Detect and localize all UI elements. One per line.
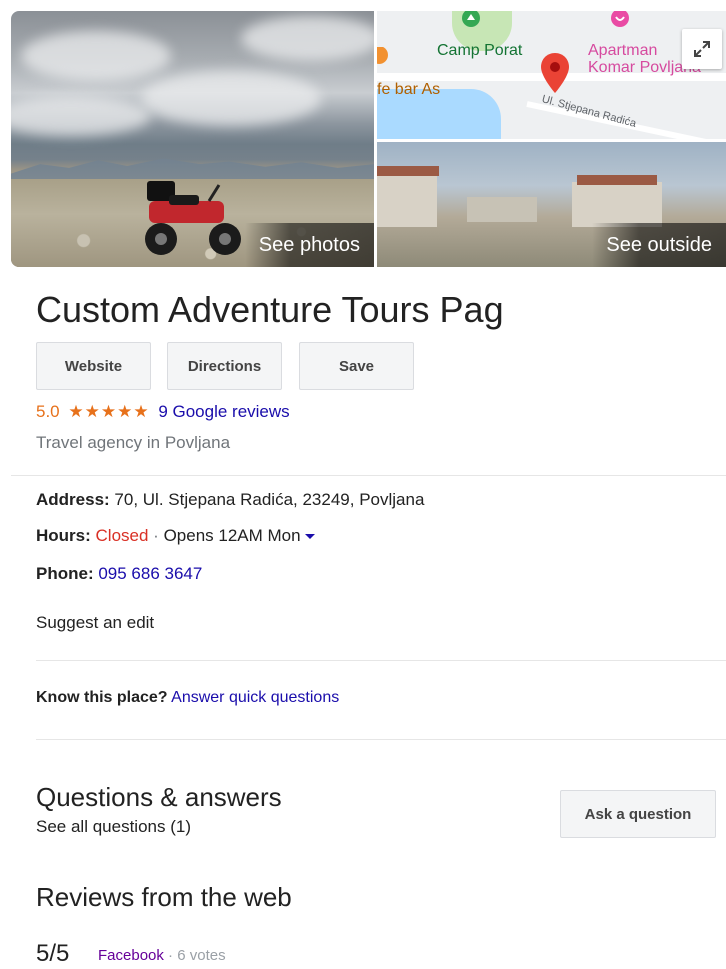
answer-questions-link[interactable]: Answer quick questions: [171, 689, 339, 706]
lodging-icon: [611, 11, 629, 27]
votes-separator: ·: [168, 947, 174, 964]
map-label-apartment: Apartman: [588, 42, 658, 59]
see-photos-label: See photos: [258, 233, 360, 256]
facebook-link[interactable]: Facebook: [98, 947, 164, 964]
web-review-source: Facebook · 6 votes: [98, 947, 226, 964]
divider: [36, 739, 726, 740]
web-review-score: 5/5: [36, 940, 70, 967]
chevron-down-icon[interactable]: [304, 534, 315, 540]
building-shape: [377, 172, 437, 227]
photos-tile[interactable]: See photos: [11, 11, 374, 267]
see-outside-button[interactable]: See outside: [592, 223, 726, 267]
divider: [36, 660, 726, 661]
ask-question-button[interactable]: Ask a question: [560, 790, 716, 838]
hours-next-open: Opens 12AM Mon: [163, 526, 301, 545]
atv-image: [145, 181, 241, 255]
roof-shape: [577, 175, 657, 185]
hours-status: Closed: [95, 526, 149, 545]
building-shape: [467, 197, 537, 222]
roof-shape: [377, 166, 439, 176]
see-photos-button[interactable]: See photos: [244, 223, 374, 267]
address-value: 70, Ul. Stjepana Radića, 23249, Povljana: [114, 490, 425, 509]
web-reviews-heading: Reviews from the web: [36, 882, 292, 912]
save-button[interactable]: Save: [299, 342, 414, 390]
phone-label: Phone:: [36, 564, 94, 583]
directions-button[interactable]: Directions: [167, 342, 282, 390]
location-pin-icon: [541, 53, 569, 93]
address-row: Address: 70, Ul. Stjepana Radića, 23249,…: [36, 490, 424, 510]
google-reviews-link[interactable]: 9 Google reviews: [158, 402, 289, 421]
outside-tile[interactable]: See outside: [377, 142, 726, 267]
see-outside-label: See outside: [606, 233, 712, 256]
place-title: Custom Adventure Tours Pag: [36, 289, 504, 330]
cloud-shape: [21, 31, 171, 81]
hours-row[interactable]: Hours: Closed · Opens 12AM Mon: [36, 526, 315, 546]
restaurant-icon: [377, 47, 388, 64]
address-label: Address:: [36, 490, 110, 509]
rating-score: 5.0: [36, 402, 60, 421]
map-label-bar: fe bar As: [377, 81, 441, 98]
phone-row: Phone: 095 686 3647: [36, 564, 202, 584]
qa-heading: Questions & answers: [36, 782, 282, 812]
website-button[interactable]: Website: [36, 342, 151, 390]
know-place-row: Know this place? Answer quick questions: [36, 689, 339, 707]
phone-link[interactable]: 095 686 3647: [98, 564, 202, 583]
campground-icon: [462, 11, 480, 27]
see-all-questions-link[interactable]: See all questions (1): [36, 817, 191, 837]
expand-map-button[interactable]: [682, 29, 722, 69]
map-thumbnail[interactable]: Camp Porat fe bar As Apartman Komar Povl…: [377, 11, 726, 139]
divider: [11, 475, 726, 476]
map-label-camp: Camp Porat: [437, 42, 523, 59]
know-place-prompt: Know this place?: [36, 689, 168, 706]
expand-icon: [694, 41, 710, 57]
cloud-shape: [11, 96, 151, 136]
cloud-shape: [241, 16, 374, 61]
place-category: Travel agency in Povljana: [36, 433, 231, 452]
suggest-edit-link[interactable]: Suggest an edit: [36, 613, 154, 633]
hours-separator: ·: [153, 526, 159, 545]
cloud-shape: [141, 71, 321, 126]
building-shape: [572, 182, 662, 227]
votes-count: 6 votes: [177, 947, 226, 964]
rating-row: 5.0 ★★★★★ 9 Google reviews: [36, 402, 290, 422]
rating-stars-icon: ★★★★★: [68, 402, 150, 421]
hours-label: Hours:: [36, 526, 91, 545]
